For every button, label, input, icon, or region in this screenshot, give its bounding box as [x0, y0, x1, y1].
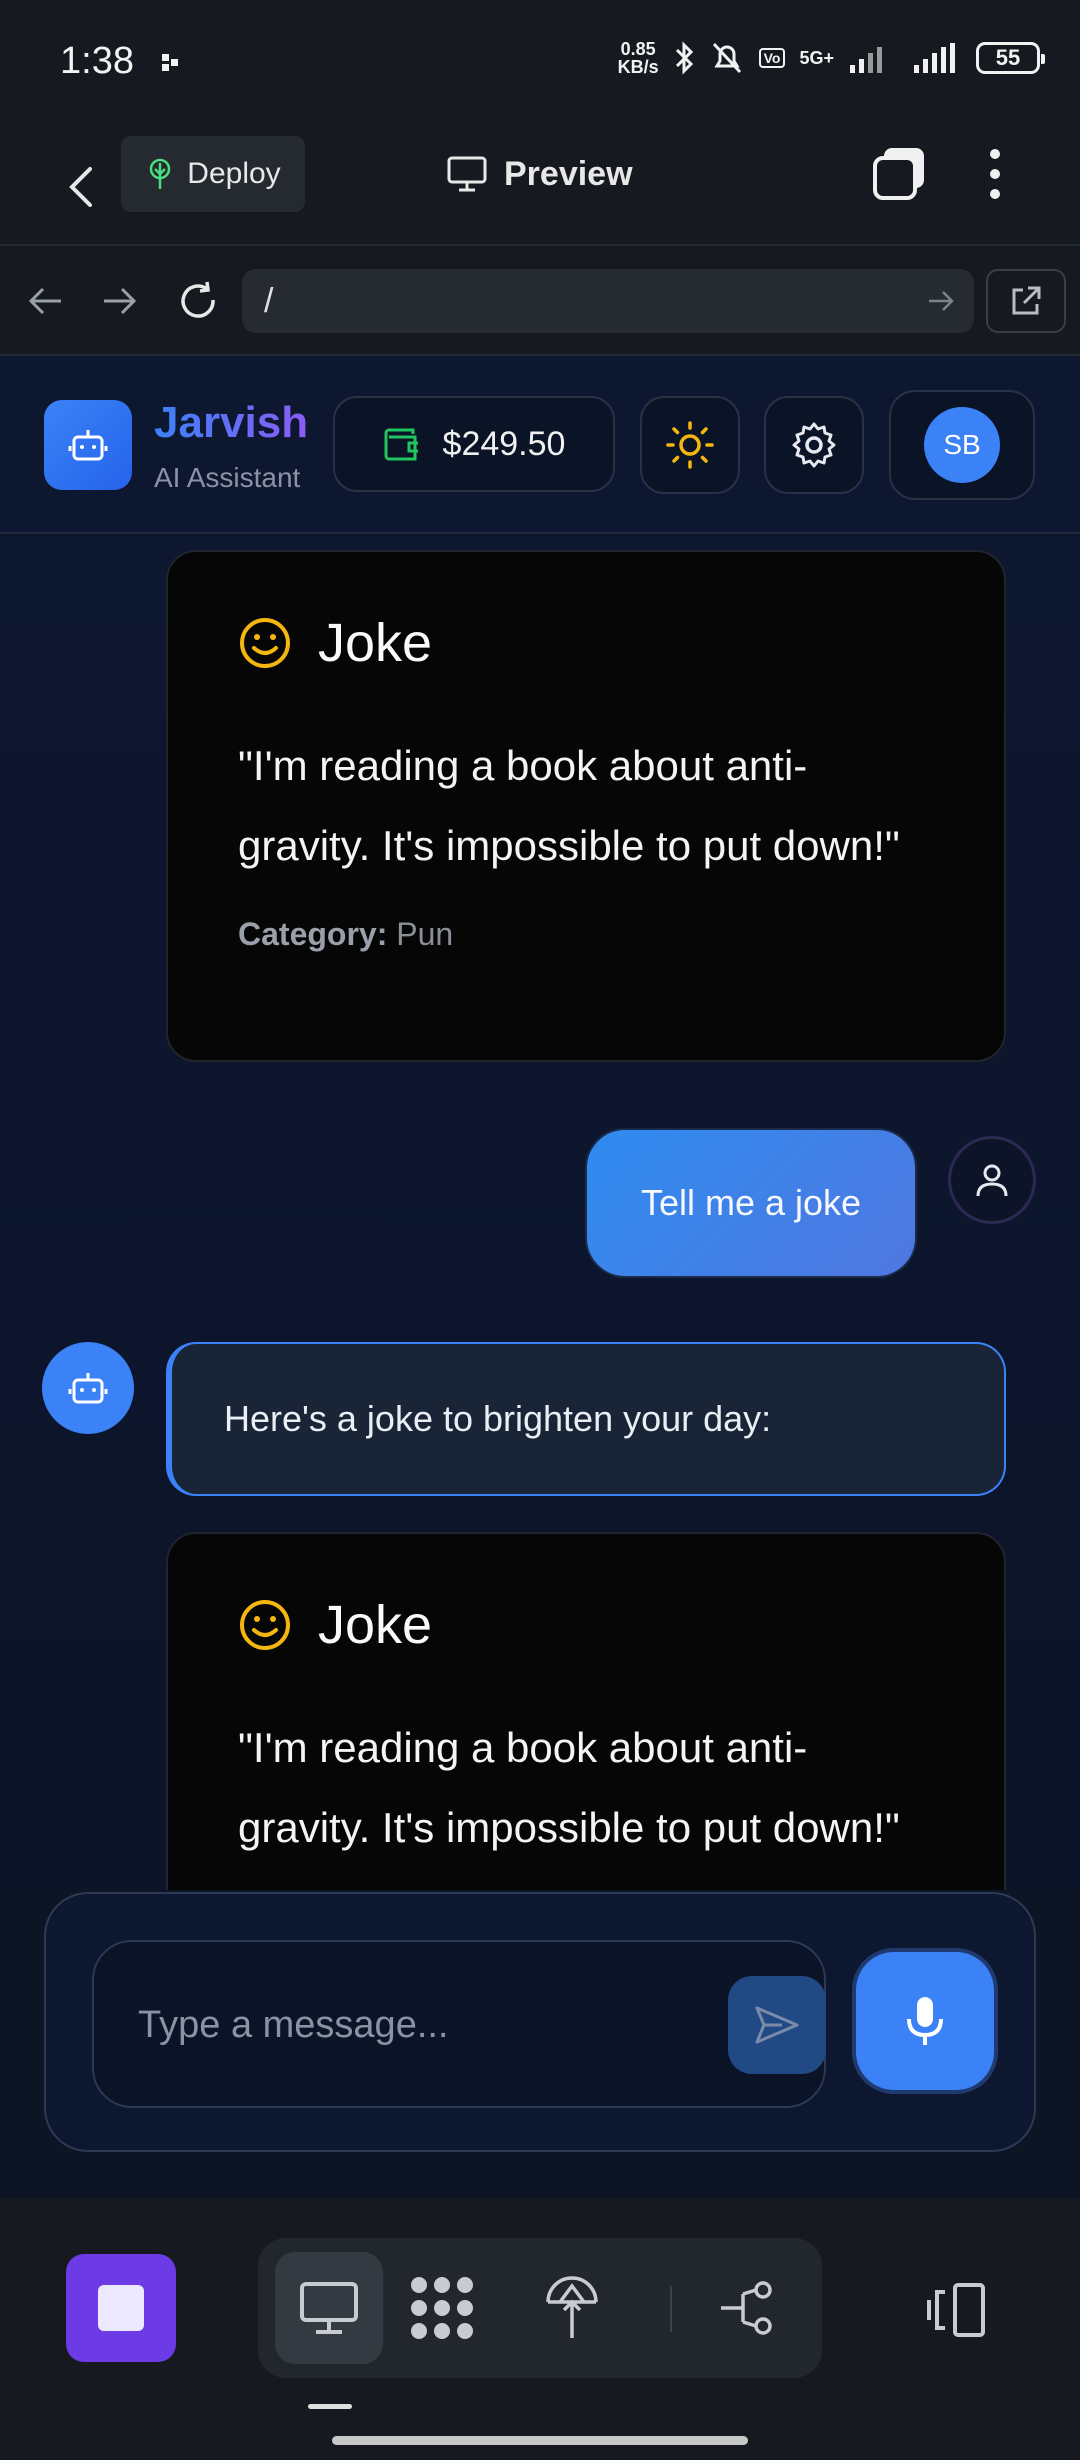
- back-button[interactable]: [56, 152, 106, 222]
- browser-back-button[interactable]: [20, 276, 70, 326]
- stop-icon: [98, 2285, 144, 2331]
- joke-header: Joke: [238, 612, 934, 674]
- bottom-toolbar: [0, 2198, 1080, 2460]
- browser-bar: /: [0, 246, 1080, 356]
- monitor-icon: [300, 2282, 358, 2334]
- microphone-button[interactable]: [856, 1952, 994, 2090]
- avatar: SB: [924, 407, 1000, 483]
- signal-icon-2: [914, 43, 955, 73]
- app-logo: [44, 400, 132, 490]
- joke-header: Joke: [238, 1594, 934, 1656]
- status-icons: 0.85 KB/s Vo 5G+ 55: [618, 40, 1045, 76]
- theme-toggle-button[interactable]: [640, 396, 740, 494]
- desktop-view-button[interactable]: [275, 2252, 383, 2364]
- profile-button[interactable]: SB: [889, 390, 1035, 500]
- view-switcher: [258, 2238, 822, 2378]
- chevron-left-icon: [69, 167, 92, 207]
- apps-icon: [411, 2277, 473, 2339]
- active-tab-indicator: [308, 2404, 352, 2409]
- joke-title: Joke: [318, 613, 433, 673]
- joke-card: Joke "I'm reading a book about anti-grav…: [166, 550, 1006, 1062]
- user-avatar: [948, 1136, 1036, 1224]
- workflow-icon: [721, 2281, 772, 2335]
- go-arrow-icon[interactable]: [926, 286, 956, 316]
- rocket-icon: [546, 2276, 598, 2338]
- wallet-icon: [384, 428, 418, 461]
- volte-badge: Vo: [758, 48, 786, 68]
- split-screen-icon: [927, 2283, 985, 2337]
- open-external-button[interactable]: [986, 269, 1066, 333]
- url-text: /: [264, 281, 274, 320]
- apps-view-button[interactable]: [388, 2252, 496, 2364]
- external-link-icon: [1012, 286, 1041, 315]
- signal-icon: [850, 47, 882, 73]
- mute-icon: [712, 42, 741, 74]
- joke-text: "I'm reading a book about anti-gravity. …: [238, 1724, 900, 1851]
- bot-message-text: Here's a joke to brighten your day:: [224, 1398, 772, 1439]
- deploy-button[interactable]: Deploy: [121, 136, 305, 212]
- url-input[interactable]: /: [242, 269, 974, 333]
- status-time: 1:38: [60, 40, 134, 82]
- wallet-balance-button[interactable]: $249.50: [333, 396, 615, 492]
- split-view-button[interactable]: [920, 2272, 996, 2348]
- message-input[interactable]: [138, 1992, 658, 2058]
- tabs-icon[interactable]: [870, 144, 930, 204]
- battery-indicator: 55: [976, 42, 1045, 74]
- joke-category-label: Category:: [238, 916, 388, 952]
- user-message-text: Tell me a joke: [640, 1182, 862, 1223]
- reload-button[interactable]: [173, 276, 223, 326]
- smiley-icon: [240, 1600, 290, 1650]
- app-top-bar: Jarvish AI Assistant $249.50 SB: [0, 356, 1080, 534]
- joke-category: Category: Pun: [238, 916, 934, 953]
- monitor-icon: [447, 156, 487, 192]
- bluetooth-icon: [675, 41, 693, 75]
- app-subtitle: AI Assistant: [154, 462, 301, 493]
- speed-value: 0.85: [620, 39, 656, 59]
- app-header: Deploy Preview: [0, 128, 1080, 246]
- robot-icon: [68, 430, 108, 461]
- workflow-view-button[interactable]: [696, 2252, 804, 2364]
- rocket-icon: [150, 158, 171, 189]
- status-bar: 1:38 0.85 KB/s Vo 5G+ 55: [0, 0, 1080, 128]
- smiley-icon: [240, 618, 290, 668]
- app-name: Jarvish: [154, 398, 309, 447]
- stop-button[interactable]: [66, 2254, 176, 2362]
- message-input-wrapper: [92, 1940, 826, 2108]
- sun-icon: [666, 421, 714, 469]
- chat-area[interactable]: Joke "I'm reading a book about anti-grav…: [0, 536, 1080, 1890]
- bot-message-bubble: Here's a joke to brighten your day:: [166, 1342, 1006, 1496]
- send-button[interactable]: [728, 1976, 826, 2074]
- joke-card: Joke "I'm reading a book about anti-grav…: [166, 1532, 1006, 1890]
- network-type: 5G+: [799, 47, 834, 68]
- network-speed: 0.85 KB/s: [618, 40, 659, 76]
- arrow-left-icon: [28, 287, 61, 315]
- toolbar-divider: [670, 2286, 672, 2332]
- settings-button[interactable]: [764, 396, 864, 494]
- notification-icon: [162, 54, 178, 71]
- joke-text: "I'm reading a book about anti-gravity. …: [238, 742, 900, 869]
- home-indicator[interactable]: [332, 2436, 748, 2445]
- more-options-icon[interactable]: [970, 144, 1020, 204]
- user-icon: [976, 1164, 1008, 1197]
- robot-icon: [68, 1373, 108, 1404]
- deploy-view-button[interactable]: [518, 2252, 626, 2364]
- reload-icon: [181, 281, 215, 318]
- browser-forward-button[interactable]: [95, 276, 145, 326]
- preview-title: Preview: [446, 148, 633, 200]
- gear-icon: [792, 422, 836, 468]
- send-icon: [755, 2006, 799, 2044]
- wallet-amount: $249.50: [442, 424, 566, 463]
- joke-category-value: Pun: [396, 916, 454, 952]
- message-composer: [44, 1892, 1036, 2152]
- user-message-bubble: Tell me a joke: [585, 1128, 917, 1278]
- speed-unit: KB/s: [617, 57, 659, 77]
- deploy-label: Deploy: [187, 157, 281, 190]
- arrow-right-icon: [104, 287, 137, 315]
- joke-title: Joke: [318, 1595, 433, 1655]
- microphone-icon: [907, 1997, 943, 2045]
- preview-label: Preview: [504, 154, 633, 193]
- battery-level: 55: [995, 45, 1021, 70]
- bot-avatar: [42, 1342, 134, 1434]
